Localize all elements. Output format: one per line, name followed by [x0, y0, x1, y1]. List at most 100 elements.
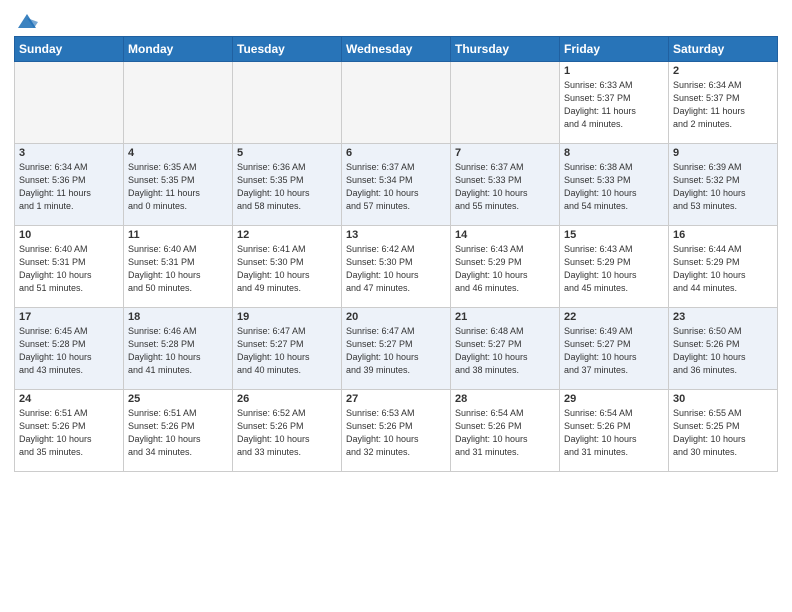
day-number: 11 [128, 229, 228, 241]
day-number: 3 [19, 147, 119, 159]
logo-icon [16, 10, 38, 32]
calendar-day: 24Sunrise: 6:51 AMSunset: 5:26 PMDayligh… [15, 390, 124, 472]
day-info: Sunrise: 6:51 AMSunset: 5:26 PMDaylight:… [128, 407, 228, 459]
calendar-day [451, 62, 560, 144]
calendar-day: 16 Sunrise: 6:44 AMSunset: 5:29 PMDayligh… [669, 226, 778, 308]
calendar-week-row: 10Sunrise: 6:40 AMSunset: 5:31 PMDayligh… [15, 226, 778, 308]
day-info: Sunrise: 6:55 AMSunset: 5:25 PMDaylight:… [673, 407, 773, 459]
calendar-week-row: 24Sunrise: 6:51 AMSunset: 5:26 PMDayligh… [15, 390, 778, 472]
calendar-day: 26 Sunrise: 6:52 AMSunset: 5:26 PMDayligh… [233, 390, 342, 472]
calendar-day: 9 Sunrise: 6:39 AMSunset: 5:32 PMDaylight… [669, 144, 778, 226]
day-number: 9 [673, 147, 773, 159]
day-info: Sunrise: 6:37 AMSunset: 5:33 PMDaylight:… [455, 161, 555, 213]
day-info: Sunrise: 6:53 AMSunset: 5:26 PMDaylight:… [346, 407, 446, 459]
day-number: 1 [564, 65, 664, 77]
calendar-day: 15 Sunrise: 6:43 AMSunset: 5:29 PMDayligh… [560, 226, 669, 308]
day-info: Sunrise: 6:39 AMSunset: 5:32 PMDaylight:… [673, 161, 773, 213]
calendar-day [342, 62, 451, 144]
calendar-week-row: 3 Sunrise: 6:34 AMSunset: 5:36 PMDaylight… [15, 144, 778, 226]
day-info: Sunrise: 6:42 AMSunset: 5:30 PMDaylight:… [346, 243, 446, 295]
calendar-day: 27 Sunrise: 6:53 AMSunset: 5:26 PMDayligh… [342, 390, 451, 472]
calendar-day: 18Sunrise: 6:46 AMSunset: 5:28 PMDayligh… [124, 308, 233, 390]
day-info: Sunrise: 6:48 AMSunset: 5:27 PMDaylight:… [455, 325, 555, 377]
day-info: Sunrise: 6:45 AMSunset: 5:28 PMDaylight:… [19, 325, 119, 377]
day-info: Sunrise: 6:50 AMSunset: 5:26 PMDaylight:… [673, 325, 773, 377]
day-info: Sunrise: 6:46 AMSunset: 5:28 PMDaylight:… [128, 325, 228, 377]
day-number: 17 [19, 311, 119, 323]
day-number: 29 [564, 393, 664, 405]
calendar-day: 23 Sunrise: 6:50 AMSunset: 5:26 PMDayligh… [669, 308, 778, 390]
weekday-header: Sunday [15, 37, 124, 62]
day-number: 21 [455, 311, 555, 323]
day-number: 30 [673, 393, 773, 405]
day-number: 19 [237, 311, 337, 323]
day-number: 15 [564, 229, 664, 241]
day-info: Sunrise: 6:43 AMSunset: 5:29 PMDaylight:… [564, 243, 664, 295]
weekday-header: Wednesday [342, 37, 451, 62]
day-info: Sunrise: 6:54 AMSunset: 5:26 PMDaylight:… [564, 407, 664, 459]
day-info: Sunrise: 6:40 AMSunset: 5:31 PMDaylight:… [128, 243, 228, 295]
calendar: SundayMondayTuesdayWednesdayThursdayFrid… [14, 36, 778, 472]
day-info: Sunrise: 6:34 AMSunset: 5:36 PMDaylight:… [19, 161, 119, 213]
calendar-day: 11 Sunrise: 6:40 AMSunset: 5:31 PMDayligh… [124, 226, 233, 308]
calendar-day: 22 Sunrise: 6:49 AMSunset: 5:27 PMDayligh… [560, 308, 669, 390]
calendar-day: 28Sunrise: 6:54 AMSunset: 5:26 PMDayligh… [451, 390, 560, 472]
calendar-day: 5 Sunrise: 6:36 AMSunset: 5:35 PMDaylight… [233, 144, 342, 226]
calendar-day: 13 Sunrise: 6:42 AMSunset: 5:30 PMDayligh… [342, 226, 451, 308]
calendar-day [15, 62, 124, 144]
calendar-day: 7 Sunrise: 6:37 AMSunset: 5:33 PMDaylight… [451, 144, 560, 226]
calendar-day: 1Sunrise: 6:33 AMSunset: 5:37 PMDaylight… [560, 62, 669, 144]
calendar-week-row: 1Sunrise: 6:33 AMSunset: 5:37 PMDaylight… [15, 62, 778, 144]
calendar-day [124, 62, 233, 144]
day-number: 5 [237, 147, 337, 159]
weekday-header: Monday [124, 37, 233, 62]
day-info: Sunrise: 6:44 AMSunset: 5:29 PMDaylight:… [673, 243, 773, 295]
day-number: 16 [673, 229, 773, 241]
day-number: 6 [346, 147, 446, 159]
day-info: Sunrise: 6:47 AMSunset: 5:27 PMDaylight:… [237, 325, 337, 377]
logo [14, 10, 38, 30]
weekday-header: Saturday [669, 37, 778, 62]
calendar-day: 6 Sunrise: 6:37 AMSunset: 5:34 PMDaylight… [342, 144, 451, 226]
day-number: 14 [455, 229, 555, 241]
calendar-day: 14Sunrise: 6:43 AMSunset: 5:29 PMDayligh… [451, 226, 560, 308]
day-info: Sunrise: 6:36 AMSunset: 5:35 PMDaylight:… [237, 161, 337, 213]
day-number: 13 [346, 229, 446, 241]
calendar-day: 25 Sunrise: 6:51 AMSunset: 5:26 PMDayligh… [124, 390, 233, 472]
calendar-day: 20 Sunrise: 6:47 AMSunset: 5:27 PMDayligh… [342, 308, 451, 390]
day-info: Sunrise: 6:47 AMSunset: 5:27 PMDaylight:… [346, 325, 446, 377]
calendar-day: 8 Sunrise: 6:38 AMSunset: 5:33 PMDaylight… [560, 144, 669, 226]
day-info: Sunrise: 6:34 AMSunset: 5:37 PMDaylight:… [673, 79, 773, 131]
day-info: Sunrise: 6:51 AMSunset: 5:26 PMDaylight:… [19, 407, 119, 459]
day-info: Sunrise: 6:37 AMSunset: 5:34 PMDaylight:… [346, 161, 446, 213]
day-info: Sunrise: 6:38 AMSunset: 5:33 PMDaylight:… [564, 161, 664, 213]
day-number: 23 [673, 311, 773, 323]
header [14, 10, 778, 30]
calendar-day: 2 Sunrise: 6:34 AMSunset: 5:37 PMDaylight… [669, 62, 778, 144]
day-number: 2 [673, 65, 773, 77]
calendar-day: 4Sunrise: 6:35 AMSunset: 5:35 PMDaylight… [124, 144, 233, 226]
day-number: 12 [237, 229, 337, 241]
page: SundayMondayTuesdayWednesdayThursdayFrid… [0, 0, 792, 612]
calendar-day: 3 Sunrise: 6:34 AMSunset: 5:36 PMDaylight… [15, 144, 124, 226]
day-number: 25 [128, 393, 228, 405]
day-number: 27 [346, 393, 446, 405]
day-info: Sunrise: 6:54 AMSunset: 5:26 PMDaylight:… [455, 407, 555, 459]
calendar-day: 12 Sunrise: 6:41 AMSunset: 5:30 PMDayligh… [233, 226, 342, 308]
calendar-day: 29 Sunrise: 6:54 AMSunset: 5:26 PMDayligh… [560, 390, 669, 472]
day-number: 8 [564, 147, 664, 159]
day-number: 20 [346, 311, 446, 323]
day-info: Sunrise: 6:49 AMSunset: 5:27 PMDaylight:… [564, 325, 664, 377]
day-number: 26 [237, 393, 337, 405]
day-info: Sunrise: 6:41 AMSunset: 5:30 PMDaylight:… [237, 243, 337, 295]
calendar-day: 17 Sunrise: 6:45 AMSunset: 5:28 PMDayligh… [15, 308, 124, 390]
weekday-header: Friday [560, 37, 669, 62]
calendar-day [233, 62, 342, 144]
calendar-week-row: 17 Sunrise: 6:45 AMSunset: 5:28 PMDayligh… [15, 308, 778, 390]
day-number: 7 [455, 147, 555, 159]
day-number: 22 [564, 311, 664, 323]
day-info: Sunrise: 6:52 AMSunset: 5:26 PMDaylight:… [237, 407, 337, 459]
weekday-header: Thursday [451, 37, 560, 62]
weekday-header: Tuesday [233, 37, 342, 62]
day-info: Sunrise: 6:35 AMSunset: 5:35 PMDaylight:… [128, 161, 228, 213]
